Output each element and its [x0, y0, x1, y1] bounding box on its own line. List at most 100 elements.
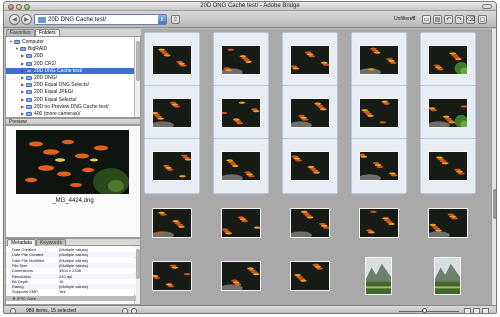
window-title: 20D DNG Cache test/ - Adobe Bridge [200, 3, 300, 9]
thumbnail-cell[interactable] [420, 248, 476, 304]
toolbar: ◀ ▶ 20D DNG Cache test/ ⇕ ⇧ Unfiltered ▾… [4, 11, 496, 28]
folders-scrollbar[interactable] [134, 37, 140, 117]
disclosure-closed-icon[interactable]: ▶ [21, 68, 24, 74]
thumbnail-view-icon[interactable] [464, 308, 471, 313]
thumbnail-cell[interactable] [282, 85, 338, 141]
thumbnail-cell[interactable] [213, 85, 269, 141]
disclosure-closed-icon[interactable]: ▶ [21, 75, 24, 81]
thumbnail-size-knob[interactable] [422, 308, 427, 313]
filmstrip-view-icon[interactable] [473, 308, 480, 313]
new-folder-icon[interactable]: ▭ [422, 15, 431, 24]
thumbnail-image [221, 151, 261, 181]
thumbnail-image [152, 45, 192, 75]
thumbnail-cell[interactable] [420, 85, 476, 141]
get-photos-icon[interactable]: ▤ [433, 15, 442, 24]
thumbnail-image [359, 98, 399, 128]
expand-panels-icon[interactable] [10, 308, 16, 313]
folder-tree-item[interactable]: ▶ 400 (more cameras)/ [6, 111, 134, 117]
thumbnail-cell[interactable] [351, 138, 407, 194]
thumbnail-image [359, 151, 399, 181]
thumbnail-cell[interactable] [420, 195, 476, 251]
rotate-right-icon[interactable]: ↷ [455, 15, 464, 24]
folder-tree-item[interactable]: ▶ 20D CR2/ [6, 61, 134, 67]
thumbnail-size-slider[interactable] [399, 311, 459, 312]
disclosure-closed-icon[interactable]: ▶ [21, 97, 24, 103]
thumbnail-cell[interactable] [282, 32, 338, 88]
thumbnail-cell[interactable] [213, 248, 269, 304]
thumbnail-cell[interactable] [420, 32, 476, 88]
content-scroll-thumb[interactable] [493, 189, 496, 219]
thumbnail-cell[interactable] [144, 248, 200, 304]
disclosure-closed-icon[interactable]: ▶ [21, 61, 24, 67]
thumbnail-cell[interactable] [213, 138, 269, 194]
folder-icon [26, 83, 32, 88]
tab-favorites[interactable]: Favorites [6, 29, 35, 36]
apply-check-icon[interactable] [131, 308, 137, 313]
folder-icon [26, 76, 32, 80]
forward-button[interactable]: ▶ [21, 14, 32, 25]
up-folder-button[interactable]: ⇧ [171, 15, 180, 24]
folder-tree-item[interactable]: ▼ Computer [6, 39, 134, 45]
thumbnail-cell[interactable] [144, 85, 200, 141]
thumbnail-cell[interactable] [282, 138, 338, 194]
tab-metadata[interactable]: Metadata [7, 239, 36, 246]
folder-tree-item[interactable]: ▶ 20D Equal Selects/ [6, 97, 134, 103]
delete-icon[interactable]: ⌫ [466, 15, 475, 24]
thumbnail-cell[interactable] [144, 138, 200, 194]
thumbnail-image [221, 98, 261, 128]
thumbnail-cell[interactable] [213, 195, 269, 251]
rotate-left-icon[interactable]: ↶ [444, 15, 453, 24]
thumbnail-cell[interactable] [351, 32, 407, 88]
thumbnail-image [428, 45, 468, 75]
folder-icon [38, 17, 46, 23]
tab-keywords[interactable]: Keywords [36, 239, 66, 246]
folder-tree-item[interactable]: ▶ 20D Equal JPEG/ [6, 89, 134, 95]
back-button[interactable]: ◀ [9, 14, 20, 25]
folder-icon [26, 68, 32, 73]
thumbnail-cell[interactable] [144, 195, 200, 251]
disclosure-open-icon[interactable]: ▼ [9, 39, 13, 45]
folder-tree-item[interactable]: ▶ 20D no Preview DNG Cache test/ [6, 104, 134, 110]
disclosure-closed-icon[interactable]: ▶ [21, 82, 24, 88]
details-view-icon[interactable] [482, 308, 489, 313]
metadata-scroll-thumb[interactable] [136, 249, 140, 279]
folder-tree-label: 20D Equal Selects/ [34, 96, 77, 103]
iptc-core-section[interactable]: ▼ IPTC Core [6, 295, 136, 301]
folder-icon [26, 112, 32, 116]
thumbnail-cell[interactable] [282, 195, 338, 251]
folder-tree-item[interactable]: ▶ 20D DNG/ [6, 75, 134, 81]
path-dropdown[interactable]: 20D DNG Cache test/ ⇕ [34, 14, 167, 25]
content-scrollbar[interactable] [491, 29, 496, 305]
folder-tree-item[interactable]: ▼ BigRAID [6, 46, 134, 52]
window-icon[interactable]: ▢ [478, 15, 487, 24]
thumbnail-cell[interactable] [351, 85, 407, 141]
disclosure-closed-icon[interactable]: ▶ [21, 53, 24, 59]
disclosure-closed-icon[interactable]: ▶ [21, 111, 24, 117]
metadata-value: 240 dpi [59, 273, 73, 279]
thumbnail-image [152, 208, 192, 238]
folder-tree-item[interactable]: ▶ 20D Equal DNG Selects/ [6, 82, 134, 88]
thumbnail-cell[interactable] [282, 248, 338, 304]
folders-scroll-thumb[interactable] [136, 41, 140, 81]
thumbnail-cell[interactable] [420, 138, 476, 194]
thumbnail-image [221, 261, 261, 291]
preview-filename: _MG_4424.dng [52, 198, 94, 204]
thumbnail-image [152, 98, 192, 128]
status-bar: 989 items, 15 selected [4, 305, 496, 313]
thumbnail-cell[interactable] [351, 248, 407, 304]
thumbnail-cell[interactable] [144, 32, 200, 88]
disclosure-open-icon[interactable]: ▼ [15, 46, 19, 52]
toolbar-toggle-button[interactable] [482, 4, 492, 9]
thumbnail-image [428, 98, 468, 128]
metadata-row: File Size (Multiple values) [6, 262, 136, 268]
panel-settings-icon[interactable] [122, 308, 128, 313]
thumbnail-cell[interactable] [213, 32, 269, 88]
folder-tree-item[interactable]: ▶ 20D DNG Cache test/ [6, 67, 134, 74]
metadata-value: (Multiple values) [59, 284, 89, 290]
disclosure-closed-icon[interactable]: ▶ [21, 104, 24, 110]
folder-tree-item[interactable]: ▶ 20D [6, 53, 134, 59]
disclosure-closed-icon[interactable]: ▶ [21, 89, 24, 95]
preview-header: Preview [5, 118, 141, 125]
tab-folders[interactable]: Folders [35, 29, 60, 36]
thumbnail-cell[interactable] [351, 195, 407, 251]
